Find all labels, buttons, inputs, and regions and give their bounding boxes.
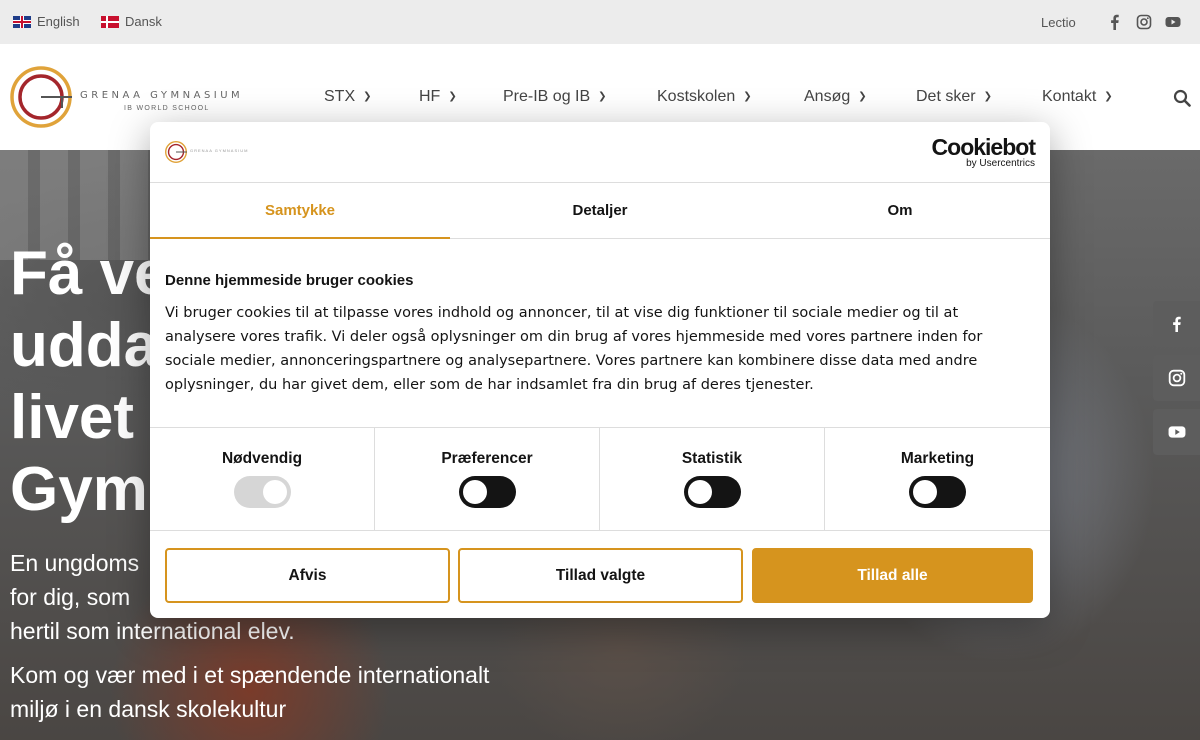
nav-label: Pre-IB og IB	[503, 88, 591, 105]
cookie-consent-dialog: GRENAA GYMNASIUM Cookiebot by Usercentri…	[150, 122, 1050, 618]
tab-om[interactable]: Om	[750, 183, 1050, 239]
dialog-body: Denne hjemmeside bruger cookies Vi bruge…	[165, 272, 1035, 397]
toggle-knob	[688, 480, 712, 504]
nav-label: Kontakt	[1042, 88, 1097, 105]
nav-pre-ib[interactable]: Pre-IB og IB ❯	[503, 88, 607, 106]
toggle-knob	[913, 480, 937, 504]
nav-det-sker[interactable]: Det sker ❯	[916, 88, 992, 106]
nav-label: HF	[419, 88, 441, 105]
category-preferences: Præferencer	[375, 428, 600, 531]
toggle-knob	[263, 480, 287, 504]
nav-label: Kostskolen	[657, 88, 736, 105]
description-line: Vi bruger cookies til at tilpasse vores …	[165, 305, 959, 321]
search-icon[interactable]	[1173, 89, 1191, 107]
description-line: analysere vores trafik. Vi deler også op…	[165, 329, 983, 345]
category-label: Præferencer	[441, 450, 533, 467]
allow-all-button[interactable]: Tillad alle	[752, 548, 1033, 603]
dialog-header: GRENAA GYMNASIUM Cookiebot by Usercentri…	[150, 122, 1050, 183]
instagram-icon	[1168, 369, 1185, 387]
school-logo-icon	[165, 141, 187, 163]
chevron-down-icon: ❯	[448, 90, 457, 102]
language-label: English	[37, 14, 80, 29]
chevron-down-icon: ❯	[983, 90, 992, 102]
category-label: Statistik	[681, 450, 743, 467]
nav-label: Ansøg	[804, 88, 851, 105]
tab-samtykke[interactable]: Samtykke	[150, 183, 450, 239]
nav-kontakt[interactable]: Kontakt ❯	[1042, 88, 1113, 106]
cookiebot-logo: Cookiebot	[931, 134, 1036, 160]
youtube-icon[interactable]	[1165, 14, 1181, 30]
marketing-toggle[interactable]	[909, 476, 966, 508]
dialog-description: Vi bruger cookies til at tilpasse vores …	[165, 301, 1035, 397]
logo-name: GRENAA GYMNASIUM	[80, 90, 244, 101]
side-youtube-button[interactable]	[1153, 409, 1200, 455]
school-logo-icon[interactable]	[10, 66, 72, 128]
toggle-knob	[463, 480, 487, 504]
facebook-icon[interactable]	[1107, 14, 1123, 30]
nav-stx[interactable]: STX ❯	[324, 88, 372, 106]
category-label: Marketing	[900, 450, 975, 467]
consent-categories: Nødvendig Præferencer Statistik Marketin…	[150, 427, 1050, 531]
category-label: Nødvendig	[221, 450, 303, 467]
hero-text-line: miljø i en dansk skolekultur	[10, 696, 287, 722]
hero-tagline: Kom og vær med i et spændende internatio…	[10, 658, 570, 726]
language-english-link[interactable]: English	[13, 14, 80, 29]
nav-label: STX	[324, 88, 356, 105]
dialog-heading: Denne hjemmeside bruger cookies	[165, 272, 414, 289]
logo-subtitle: IB WORLD SCHOOL	[124, 105, 210, 112]
nav-ansog[interactable]: Ansøg ❯	[804, 88, 867, 106]
language-label: Dansk	[125, 14, 162, 29]
cookiebot-byline: by Usercentrics	[966, 158, 1035, 169]
description-line: oplysninger, du har givet dem, eller som…	[165, 377, 814, 393]
hero-text-line: Kom og vær med i et spændende internatio…	[10, 662, 490, 688]
side-facebook-button[interactable]	[1153, 301, 1200, 347]
statistics-toggle[interactable]	[684, 476, 741, 508]
instagram-icon[interactable]	[1136, 14, 1152, 30]
tab-detaljer[interactable]: Detaljer	[450, 183, 750, 239]
chevron-down-icon: ❯	[1104, 90, 1113, 102]
facebook-icon	[1172, 316, 1181, 332]
hero-text-line: hertil som international elev.	[10, 618, 295, 644]
cookiebot-brand[interactable]: Cookiebot by Usercentrics	[931, 134, 1036, 169]
category-marketing: Marketing	[825, 428, 1050, 531]
chevron-down-icon: ❯	[743, 90, 752, 102]
dialog-logo-text: GRENAA GYMNASIUM	[190, 148, 249, 153]
nav-kostskolen[interactable]: Kostskolen ❯	[657, 88, 752, 106]
allow-selected-button[interactable]: Tillad valgte	[458, 548, 743, 603]
lectio-link[interactable]: Lectio	[1041, 15, 1076, 30]
necessary-toggle	[234, 476, 291, 508]
uk-flag-icon	[13, 15, 31, 28]
category-statistics: Statistik	[600, 428, 825, 531]
reject-button[interactable]: Afvis	[165, 548, 450, 603]
language-danish-link[interactable]: Dansk	[101, 14, 162, 29]
dialog-tabs: Samtykke Detaljer Om	[150, 183, 1050, 239]
nav-hf[interactable]: HF ❯	[419, 88, 457, 106]
description-line: sociale medier, annonceringspartnere og …	[165, 353, 978, 369]
category-necessary: Nødvendig	[150, 428, 375, 531]
youtube-icon	[1168, 426, 1185, 438]
chevron-down-icon: ❯	[858, 90, 867, 102]
side-instagram-button[interactable]	[1153, 355, 1200, 401]
chevron-down-icon: ❯	[363, 90, 372, 102]
preferences-toggle[interactable]	[459, 476, 516, 508]
nav-label: Det sker	[916, 88, 976, 105]
top-bar: English Dansk Lectio	[0, 0, 1200, 44]
chevron-down-icon: ❯	[598, 90, 607, 102]
danish-flag-icon	[101, 15, 119, 28]
